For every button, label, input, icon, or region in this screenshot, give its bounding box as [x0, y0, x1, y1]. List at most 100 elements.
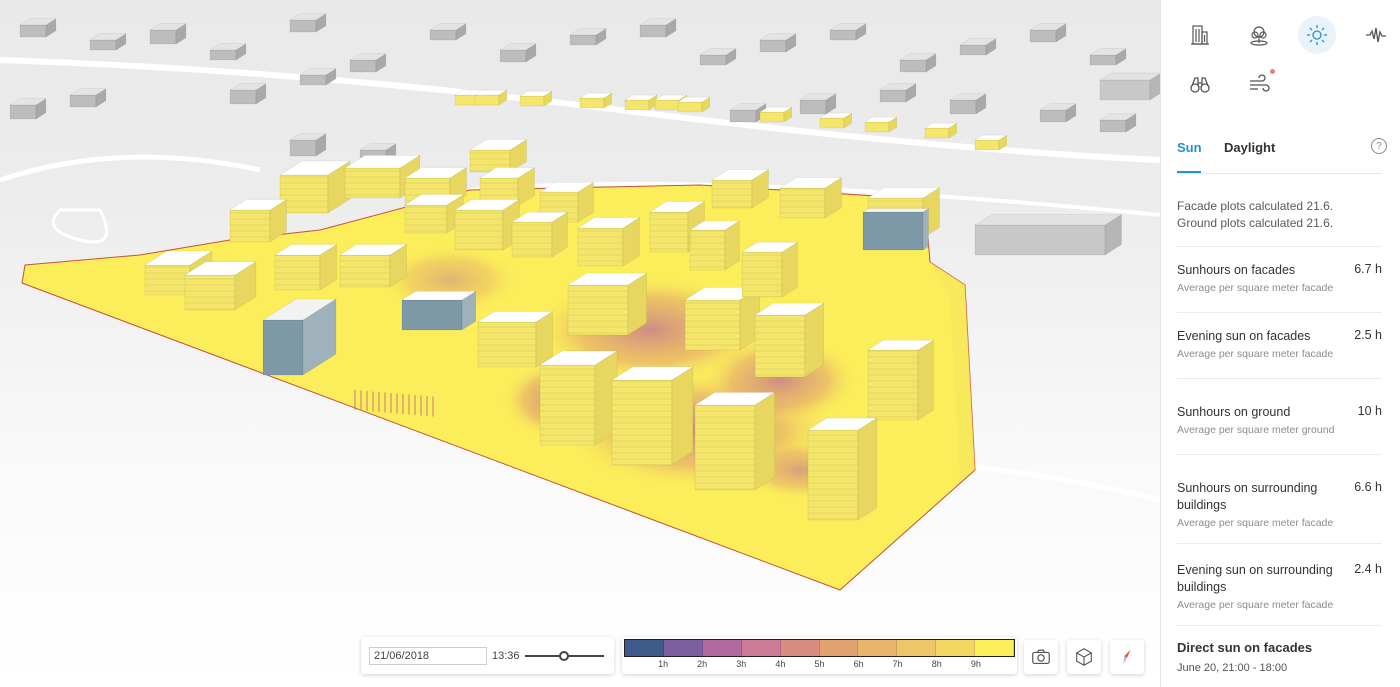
- building: [289, 133, 327, 157]
- building: [69, 88, 107, 108]
- legend-tick-label: 9h: [970, 659, 981, 669]
- wind-tool-button[interactable]: [1240, 66, 1278, 104]
- legend-swatch: [819, 640, 859, 656]
- building: [807, 417, 878, 521]
- screenshot-button[interactable]: [1024, 640, 1058, 674]
- sunhours-legend: 1h 2h 3h 4h 5h 6h 7h 8h 9h: [622, 637, 1017, 674]
- building: [469, 139, 528, 173]
- legend-tick-label: 5h: [814, 659, 825, 669]
- building: [569, 28, 607, 46]
- metric-sunhours-surrounding: Sunhours on surrounding buildings 6.6 h …: [1177, 480, 1382, 529]
- building: [689, 220, 741, 271]
- building: [579, 92, 613, 109]
- building: [819, 112, 853, 129]
- legend-tick-label: 1h: [658, 659, 669, 669]
- noise-tool-button[interactable]: [1357, 16, 1395, 54]
- building: [274, 244, 338, 291]
- legend-tick-label: 7h: [892, 659, 903, 669]
- tab-daylight[interactable]: Daylight: [1224, 140, 1275, 155]
- legend-swatch: [625, 640, 664, 656]
- building: [209, 43, 247, 61]
- building: [229, 199, 288, 243]
- divider: [1177, 543, 1382, 544]
- building: [577, 217, 641, 267]
- building: [974, 134, 1008, 151]
- building: [9, 98, 47, 120]
- metric-value: 10 h: [1357, 404, 1382, 418]
- divider: [1177, 378, 1382, 379]
- legend-swatch: [663, 640, 703, 656]
- metric-sunhours-facades: Sunhours on facades 6.7 h Average per sq…: [1177, 262, 1382, 294]
- sound-wave-icon: [1366, 27, 1386, 43]
- building: [454, 199, 521, 251]
- date-input[interactable]: [369, 647, 487, 665]
- time-slider[interactable]: [525, 651, 604, 661]
- buildings-icon: [1191, 25, 1209, 45]
- date-time-control: 13:36: [361, 637, 614, 674]
- building: [799, 93, 837, 115]
- building: [401, 290, 477, 331]
- trees-tool-button[interactable]: [1240, 16, 1278, 54]
- direct-sun-title[interactable]: Direct sun on facades: [1177, 640, 1312, 655]
- legend-swatch: [741, 640, 781, 656]
- legend-tick-label: 2h: [697, 659, 708, 669]
- building: [19, 18, 57, 38]
- metric-subtitle: Average per square meter facade: [1177, 599, 1334, 611]
- time-label: 13:36: [492, 650, 520, 662]
- divider: [1177, 312, 1382, 313]
- metric-value: 6.6 h: [1354, 480, 1382, 494]
- building: [289, 13, 327, 33]
- building: [741, 241, 799, 298]
- help-icon[interactable]: ?: [1371, 138, 1387, 154]
- building: [949, 93, 987, 115]
- metric-value: 6.7 h: [1354, 262, 1382, 276]
- building: [711, 169, 770, 209]
- building: [349, 53, 387, 73]
- building: [1099, 113, 1137, 133]
- facade-calc-text: Facade plots calculated 21.6.: [1177, 199, 1334, 213]
- building: [477, 311, 554, 368]
- calculation-info: Facade plots calculated 21.6. Ground plo…: [1177, 198, 1333, 232]
- cube-icon: [1076, 648, 1092, 666]
- sun-tool-button[interactable]: [1298, 16, 1336, 54]
- building: [959, 38, 997, 56]
- building: [924, 122, 958, 139]
- building: [474, 89, 508, 106]
- building: [699, 48, 737, 66]
- map-viewport[interactable]: [0, 0, 1160, 687]
- metric-subtitle: Average per square meter facade: [1177, 517, 1334, 529]
- building: [184, 261, 257, 311]
- metric-subtitle: Average per square meter facade: [1177, 348, 1334, 360]
- divider: [1177, 625, 1382, 626]
- buildings-tool-button[interactable]: [1181, 16, 1219, 54]
- tab-sun[interactable]: Sun: [1177, 140, 1202, 173]
- building: [499, 43, 537, 63]
- divider: [1177, 246, 1382, 247]
- sun-analysis-scene[interactable]: [0, 0, 1160, 687]
- binoculars-icon: [1190, 77, 1210, 93]
- time-slider-thumb[interactable]: [558, 651, 569, 661]
- compass-icon: [1123, 649, 1131, 665]
- tree-icon: [1250, 26, 1268, 46]
- view-tool-button[interactable]: [1181, 66, 1219, 104]
- building: [1029, 23, 1067, 43]
- building: [867, 339, 935, 421]
- metric-label: Evening sun on facades: [1177, 329, 1311, 343]
- metric-sunhours-ground: Sunhours on ground 10 h Average per squa…: [1177, 404, 1382, 436]
- wind-icon: [1250, 74, 1270, 92]
- building: [759, 33, 797, 53]
- metric-label: Sunhours on surrounding buildings: [1177, 481, 1318, 512]
- sun-icon: [1307, 25, 1327, 45]
- building: [694, 391, 776, 491]
- building: [1099, 72, 1160, 101]
- building: [862, 208, 930, 251]
- building: [339, 244, 408, 288]
- legend-swatch: [780, 640, 820, 656]
- compass-button[interactable]: [1110, 640, 1144, 674]
- legend-tick-label: 6h: [853, 659, 864, 669]
- 3d-view-button[interactable]: [1067, 640, 1101, 674]
- legend-tick-label: 4h: [775, 659, 786, 669]
- legend-tick-label: 3h: [736, 659, 747, 669]
- legend-swatch: [975, 640, 1015, 656]
- camera-icon: [1032, 649, 1050, 665]
